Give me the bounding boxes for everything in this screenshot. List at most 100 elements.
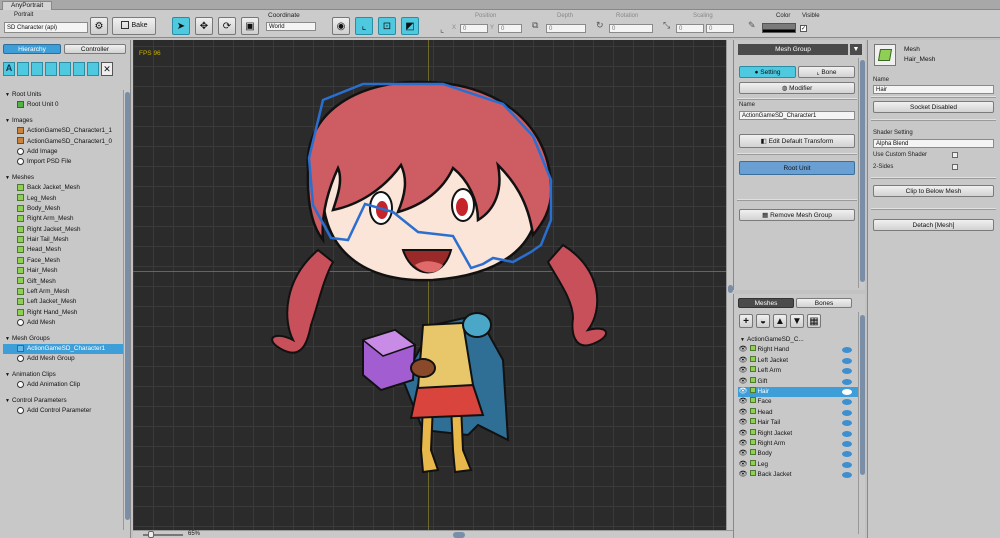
scaling-x-input[interactable]: 0 bbox=[676, 24, 704, 33]
mesh-group-dropdown-icon[interactable]: ▼ bbox=[850, 44, 862, 55]
mesh-row[interactable]: 👁 Right Hand bbox=[738, 345, 858, 355]
add-mesh-item[interactable]: Add Mesh bbox=[3, 318, 123, 328]
visibility-toggle-icon[interactable] bbox=[842, 378, 852, 385]
canvas-scrollbar-vertical[interactable] bbox=[726, 40, 733, 530]
portrait-select[interactable]: SD Character (api) bbox=[4, 22, 88, 33]
two-sides-checkbox[interactable] bbox=[952, 164, 958, 170]
eye-icon[interactable]: 👁 bbox=[738, 345, 748, 355]
eye-icon[interactable]: 👁 bbox=[738, 460, 748, 470]
root-unit-button[interactable]: Root Unit bbox=[739, 161, 855, 175]
visibility-toggle-icon[interactable] bbox=[842, 409, 852, 416]
rotate-tool-button[interactable]: ⟳ bbox=[218, 17, 236, 35]
hierarchy-scrollbar[interactable] bbox=[123, 90, 130, 530]
add-mesh-group-item[interactable]: Add Mesh Group bbox=[3, 354, 123, 364]
mesh-group-scroll-thumb[interactable] bbox=[860, 60, 865, 282]
visibility-toggle-icon[interactable] bbox=[842, 461, 852, 468]
mesh-row[interactable]: 👁 Body bbox=[738, 449, 858, 459]
depth-input[interactable]: 0 bbox=[546, 24, 586, 33]
filter-image-icon[interactable] bbox=[31, 62, 43, 76]
mg-name-input[interactable]: ActionGameSD_Character1 bbox=[739, 111, 855, 120]
rotation-input[interactable]: 0 bbox=[609, 24, 653, 33]
tree-item-mesh[interactable]: Left Arm_Mesh bbox=[3, 287, 123, 297]
visibility-toggle-icon[interactable] bbox=[842, 430, 852, 437]
mesh-group-row[interactable]: ▼ ActionGameSD_C... bbox=[738, 335, 858, 345]
mesh-row[interactable]: 👁 Gift bbox=[738, 376, 858, 387]
bake-button[interactable]: Bake bbox=[112, 17, 156, 35]
tree-item-mesh[interactable]: Right Hand_Mesh bbox=[3, 308, 123, 318]
tab-bones[interactable]: Bones bbox=[796, 298, 852, 308]
visibility-toggle-icon[interactable] bbox=[842, 451, 852, 458]
modifier-button[interactable]: ◍ Modifier bbox=[739, 82, 855, 94]
tree-item-mesh[interactable]: Head_Mesh bbox=[3, 245, 123, 255]
filter-all-icon[interactable]: A bbox=[3, 62, 15, 76]
eye-icon[interactable]: 👁 bbox=[738, 408, 748, 418]
visibility-toggle-icon[interactable] bbox=[842, 357, 852, 364]
window-tab[interactable]: AnyPortrait bbox=[2, 1, 53, 10]
tree-item-mesh[interactable]: Right Jacket_Mesh bbox=[3, 225, 123, 235]
mesh-edit-button[interactable]: ⊡ bbox=[378, 17, 396, 35]
position-y-input[interactable]: 0 bbox=[498, 24, 522, 33]
tab-meshes[interactable]: Meshes bbox=[738, 298, 794, 308]
mesh-row[interactable]: 👁 Back Jacket bbox=[738, 470, 858, 480]
eye-icon[interactable]: 👁 bbox=[738, 429, 748, 439]
tab-controller[interactable]: Controller bbox=[64, 44, 126, 54]
section-images[interactable]: ▼ Images bbox=[3, 116, 123, 126]
character-artwork[interactable] bbox=[133, 40, 726, 530]
mesh-row[interactable]: 👁 Face bbox=[738, 397, 858, 407]
mesh-row[interactable]: 👁 Right Jacket bbox=[738, 428, 858, 439]
eye-icon[interactable]: 👁 bbox=[738, 449, 748, 459]
editor-canvas[interactable]: FPS 96 bbox=[133, 40, 726, 530]
meshes-scrollbar[interactable] bbox=[858, 312, 865, 534]
eye-icon[interactable]: 👁 bbox=[738, 366, 748, 376]
tree-item-mesh[interactable]: Hair_Mesh bbox=[3, 266, 123, 276]
section-mesh-groups[interactable]: ▼ Mesh Groups bbox=[3, 334, 123, 344]
add-mesh-button[interactable]: + bbox=[739, 314, 753, 328]
detach-mesh-button[interactable]: Detach [Mesh] bbox=[873, 219, 994, 231]
visible-checkbox[interactable]: ✓ bbox=[800, 25, 807, 32]
tree-item-mesh[interactable]: Leg_Mesh bbox=[3, 194, 123, 204]
tab-setting[interactable]: ● Setting bbox=[739, 66, 796, 78]
visibility-toggle-icon[interactable] bbox=[842, 420, 852, 427]
mesh-row[interactable]: 👁 Head bbox=[738, 407, 858, 418]
mesh-pin-button[interactable]: ◩ bbox=[401, 17, 419, 35]
visibility-toggle-icon[interactable] bbox=[842, 399, 852, 406]
select-tool-button[interactable]: ➤ bbox=[172, 17, 190, 35]
meshes-scroll-thumb[interactable] bbox=[860, 315, 865, 475]
visibility-toggle-icon[interactable] bbox=[842, 472, 852, 479]
move-up-button[interactable]: ▲ bbox=[773, 314, 787, 328]
eye-icon[interactable]: 👁 bbox=[738, 387, 748, 397]
position-x-input[interactable]: 0 bbox=[460, 24, 488, 33]
filter-root-icon[interactable] bbox=[17, 62, 29, 76]
eye-icon[interactable]: 👁 bbox=[738, 356, 748, 366]
filter-meshgroup-icon[interactable] bbox=[59, 62, 71, 76]
mesh-row[interactable]: 👁 Left Jacket bbox=[738, 355, 858, 366]
layer-button[interactable]: ◒ bbox=[756, 314, 770, 328]
hierarchy-scroll-thumb[interactable] bbox=[125, 92, 130, 520]
delete-button[interactable]: ▦ bbox=[807, 314, 821, 328]
eye-icon[interactable]: 👁 bbox=[738, 470, 748, 480]
tree-item-mesh[interactable]: Hair Tail_Mesh bbox=[3, 235, 123, 245]
filter-mesh-icon[interactable] bbox=[45, 62, 57, 76]
mesh-row[interactable]: 👁 Hair Tail bbox=[738, 418, 858, 428]
move-down-button[interactable]: ▼ bbox=[790, 314, 804, 328]
coordinate-select[interactable]: World bbox=[266, 22, 316, 31]
scale-tool-button[interactable]: ▣ bbox=[241, 17, 259, 35]
settings-gear-button[interactable]: ⚙ bbox=[90, 17, 108, 35]
tree-item-mesh-group[interactable]: ActionGameSD_Character1 bbox=[3, 343, 123, 355]
scaling-y-input[interactable]: 0 bbox=[706, 24, 734, 33]
filter-param-icon[interactable] bbox=[87, 62, 99, 76]
tree-item-mesh[interactable]: Right Arm_Mesh bbox=[3, 214, 123, 224]
move-tool-button[interactable]: ✥ bbox=[195, 17, 213, 35]
section-root-units[interactable]: ▼ Root Units bbox=[3, 90, 123, 100]
section-meshes[interactable]: ▼ Meshes bbox=[3, 173, 123, 183]
socket-disabled-button[interactable]: Socket Disabled bbox=[873, 101, 994, 113]
import-psd-item[interactable]: Import PSD File bbox=[3, 157, 123, 167]
visibility-toggle-icon[interactable] bbox=[842, 347, 852, 354]
tab-bone[interactable]: ⌞ Bone bbox=[798, 66, 855, 78]
color-swatch[interactable] bbox=[762, 23, 796, 33]
add-animation-clip-item[interactable]: Add Animation Clip bbox=[3, 380, 123, 390]
tree-item-image[interactable]: ActionGameSD_Character1_0 bbox=[3, 137, 123, 147]
visibility-toggle-icon[interactable] bbox=[842, 440, 852, 447]
section-animation-clips[interactable]: ▼ Animation Clips bbox=[3, 370, 123, 380]
inspector-name-input[interactable]: Hair bbox=[873, 85, 994, 94]
